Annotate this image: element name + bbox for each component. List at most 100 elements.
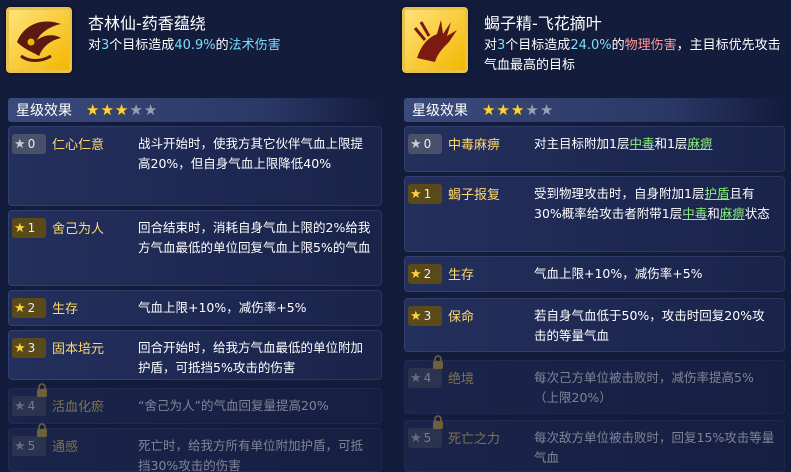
star-effects-label: 星级效果 bbox=[16, 103, 72, 119]
rank-badge: ★ 4 bbox=[408, 368, 442, 388]
rank-number: 3 bbox=[423, 309, 432, 323]
effect-row-rank-2: ★ 2 生存 气血上限+10%，减伤率+5% bbox=[8, 290, 382, 326]
star-icon: ★ bbox=[100, 100, 114, 119]
star-icon: ★ bbox=[539, 100, 554, 119]
desc-text: 受到物理攻击时，自身附加1层 bbox=[534, 186, 705, 201]
effect-description: 回合开始时，给我方气血最低的单位附加护盾，可抵挡5%攻击的伤害 bbox=[138, 340, 364, 375]
rank-number: 0 bbox=[27, 137, 36, 151]
star-icon: ★ bbox=[14, 438, 26, 454]
star-effects-bar: 星级效果 ★ ★ ★ ★ ★ bbox=[8, 98, 382, 122]
desc-text: 对主目标附加1层 bbox=[534, 136, 630, 151]
skill-header: 蝎子精-飞花摘叶 对3个目标造成24.0%的物理伤害，主目标优先攻击气血最高的目… bbox=[396, 0, 791, 90]
lock-icon bbox=[432, 354, 444, 369]
rank-badge: ★ 4 bbox=[12, 396, 46, 416]
star-icon: ★ bbox=[14, 340, 26, 356]
effect-name: 固本培元 bbox=[52, 342, 105, 357]
rank-number: 5 bbox=[423, 431, 432, 445]
rank-badge: ★ 5 bbox=[408, 428, 442, 448]
lock-icon bbox=[36, 422, 48, 437]
effect-description: 若自身气血低于50%，攻击时回复20%攻击的等量气血 bbox=[534, 308, 765, 343]
star-icon: ★ bbox=[86, 100, 100, 119]
star-icon: ★ bbox=[410, 266, 422, 282]
effect-row-rank-1: ★ 1 舍己为人 回合结束时，消耗自身气血上限的2%给我方气血最低的单位回复气血上限5… bbox=[8, 210, 382, 286]
desc-text: 状态 bbox=[744, 206, 770, 221]
star-icon: ★ bbox=[410, 136, 422, 152]
rank-number: 4 bbox=[423, 371, 432, 385]
effect-row-rank-0: ★ 0 仁心仁意 战斗开始时，使我方其它伙伴气血上限提高20%，但自身气血上限降低40… bbox=[8, 126, 382, 206]
effect-name: 活血化瘀 bbox=[52, 400, 105, 415]
effect-description: 每次敌方单位被击败时，回复15%攻击等量气血 bbox=[534, 430, 775, 465]
status-link[interactable]: 中毒 bbox=[682, 206, 707, 221]
star-icon: ★ bbox=[114, 100, 129, 119]
rank-number: 5 bbox=[27, 439, 36, 453]
effect-name: 生存 bbox=[52, 302, 79, 317]
star-icon: ★ bbox=[510, 100, 525, 119]
rank-number: 1 bbox=[27, 221, 36, 235]
status-link[interactable]: 护盾 bbox=[704, 186, 729, 201]
rank-badge: ★ 2 bbox=[12, 298, 46, 318]
effect-description: 死亡时，给我方所有单位附加护盾，可抵挡30%攻击的伤害 bbox=[138, 438, 364, 472]
claw-icon[interactable] bbox=[402, 7, 468, 73]
star-icon: ★ bbox=[143, 100, 158, 119]
effect-name: 死亡之力 bbox=[448, 432, 501, 447]
star-icon: ★ bbox=[14, 300, 26, 316]
skill-title: 杏林仙-药香蕴绕 bbox=[88, 14, 206, 33]
effect-row-rank-2: ★ 2 生存 气血上限+10%，减伤率+5% bbox=[404, 256, 785, 292]
effect-row-rank-5: ★ 5 死亡之力 每次敌方单位被击败时，回复15%攻击等量气血 bbox=[404, 415, 785, 472]
effect-name: 蝎子报复 bbox=[448, 188, 501, 203]
effect-description: 每次己方单位被击败时，减伤率提高5%（上限20%） bbox=[534, 370, 754, 405]
lock-icon bbox=[36, 382, 48, 397]
effect-row-rank-3: ★ 3 固本培元 回合开始时，给我方气血最低的单位附加护盾，可抵挡5%攻击的伤害 bbox=[8, 330, 382, 380]
lock-icon bbox=[432, 414, 444, 429]
rank-number: 4 bbox=[27, 399, 36, 413]
star-icon: ★ bbox=[410, 186, 422, 202]
effect-name: 绝境 bbox=[448, 372, 475, 387]
effect-row-rank-3: ★ 3 保命 若自身气血低于50%，攻击时回复20%攻击的等量气血 bbox=[404, 298, 785, 352]
star-rating: ★ ★ ★ ★ ★ bbox=[86, 100, 158, 119]
star-icon: ★ bbox=[482, 100, 496, 119]
effect-description: 战斗开始时，使我方其它伙伴气血上限提高20%，但自身气血上限降低40% bbox=[138, 136, 364, 171]
rank-number: 2 bbox=[27, 301, 36, 315]
star-icon: ★ bbox=[525, 100, 539, 119]
star-icon: ★ bbox=[14, 398, 26, 414]
rank-number: 0 bbox=[423, 137, 432, 151]
star-icon: ★ bbox=[14, 136, 26, 152]
effect-name: 通感 bbox=[52, 440, 79, 455]
skill-header: 杏林仙-药香蕴绕 对3个目标造成40.9%的法术伤害 bbox=[0, 0, 388, 90]
effect-name: 舍己为人 bbox=[52, 222, 105, 237]
left-skill-panel: 杏林仙-药香蕴绕 对3个目标造成40.9%的法术伤害 星级效果 ★ ★ ★ ★ ★ ★ 0… bbox=[0, 0, 388, 472]
rank-badge: ★ 1 bbox=[12, 218, 46, 238]
rank-badge: ★ 3 bbox=[12, 338, 46, 358]
desc-text: 和1层 bbox=[654, 136, 688, 151]
effect-description: “舍己为人”的气血回复量提高20% bbox=[138, 398, 329, 413]
effect-row-rank-4: ★ 4 活血化瘀 “舍己为人”的气血回复量提高20% bbox=[8, 383, 382, 424]
star-icon: ★ bbox=[410, 430, 422, 446]
desc-text: 和 bbox=[707, 206, 720, 221]
star-effects-label: 星级效果 bbox=[412, 103, 468, 119]
rank-badge: ★ 2 bbox=[408, 264, 442, 284]
effect-row-rank-4: ★ 4 绝境 每次己方单位被击败时，减伤率提高5%（上限20%） bbox=[404, 355, 785, 414]
rank-badge: ★ 3 bbox=[408, 306, 442, 326]
right-skill-panel: 蝎子精-飞花摘叶 对3个目标造成24.0%的物理伤害，主目标优先攻击气血最高的目… bbox=[396, 0, 791, 472]
star-effects-bar: 星级效果 ★ ★ ★ ★ ★ bbox=[404, 98, 785, 122]
skill-description: 对3个目标造成24.0%的物理伤害，主目标优先攻击气血最高的目标 bbox=[484, 38, 781, 73]
star-icon: ★ bbox=[14, 220, 26, 236]
effect-description: 气血上限+10%，减伤率+5% bbox=[534, 266, 703, 281]
rank-number: 1 bbox=[423, 187, 432, 201]
effect-description: 气血上限+10%，减伤率+5% bbox=[138, 300, 307, 315]
status-link[interactable]: 麻痹 bbox=[687, 136, 712, 151]
effect-name: 仁心仁意 bbox=[52, 138, 105, 153]
rank-badge: ★ 0 bbox=[12, 134, 46, 154]
wing-swirl-icon[interactable] bbox=[6, 7, 72, 73]
status-link[interactable]: 中毒 bbox=[629, 136, 654, 151]
rank-number: 2 bbox=[423, 267, 432, 281]
star-rating: ★ ★ ★ ★ ★ bbox=[482, 100, 554, 119]
star-icon: ★ bbox=[129, 100, 143, 119]
rank-badge: ★ 0 bbox=[408, 134, 442, 154]
effect-row-rank-0: ★ 0 中毒麻痹 对主目标附加1层中毒和1层麻痹 bbox=[404, 126, 785, 172]
effect-row-rank-5: ★ 5 通感 死亡时，给我方所有单位附加护盾，可抵挡30%攻击的伤害 bbox=[8, 423, 382, 472]
status-link[interactable]: 麻痹 bbox=[720, 206, 745, 221]
effect-description: 对主目标附加1层中毒和1层麻痹 bbox=[534, 134, 777, 154]
effect-row-rank-1: ★ 1 蝎子报复 受到物理攻击时，自身附加1层护盾且有30%概率给攻击者附带1层中毒和… bbox=[404, 176, 785, 252]
effect-name: 中毒麻痹 bbox=[448, 138, 501, 153]
